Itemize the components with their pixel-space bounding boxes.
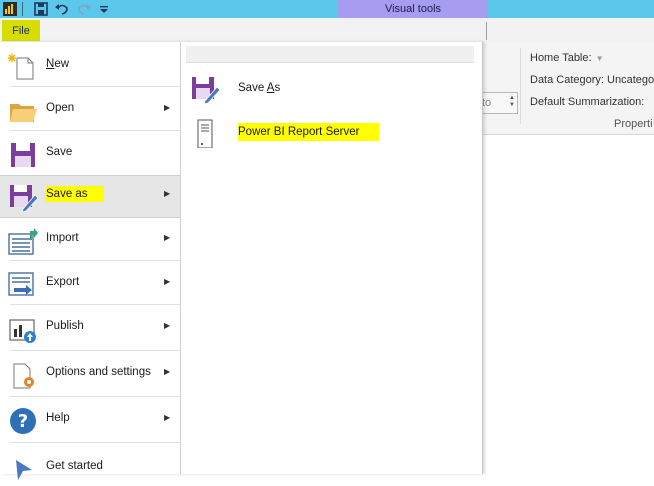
publish-icon (9, 319, 36, 343)
save-as-icon (10, 185, 38, 212)
home-table-label: Home Table: (530, 52, 592, 64)
save-icon[interactable] (33, 1, 49, 17)
menu-item-save-as[interactable]: Save as ▶ (0, 175, 180, 218)
submenu-item-power-bi-report-server-label: Power BI Report Server (238, 123, 380, 141)
menu-separator (10, 86, 180, 87)
menu-item-save-as-label: Save as (46, 186, 104, 202)
ribbon-tab-row (0, 18, 654, 43)
customize-qat-icon[interactable] (96, 1, 112, 17)
help-icon: ? (10, 408, 36, 434)
menu-item-options-label: Options and settings (46, 366, 151, 378)
menu-item-publish-label: Publish (46, 320, 84, 332)
menu-separator (10, 350, 180, 351)
submenu-arrow-icon: ▶ (164, 413, 171, 422)
svg-text:?: ? (18, 411, 28, 432)
submenu-header (186, 46, 474, 63)
get-started-icon (16, 460, 32, 480)
file-menu-left-column: New Open ▶ Save Save as ▶ Import ▶ Expor… (0, 42, 181, 480)
contextual-tab-visual-tools[interactable]: Visual tools (338, 0, 488, 18)
submenu-arrow-icon: ▶ (164, 233, 171, 242)
submenu-arrow-icon: ▶ (164, 189, 171, 198)
qat-divider (22, 2, 23, 16)
menu-item-open-label: Open (46, 102, 75, 114)
menu-item-export[interactable]: Export ▶ (0, 264, 180, 304)
home-table-dropdown[interactable]: Home Table: ▼ (530, 52, 603, 64)
powerbi-logo-icon (3, 2, 17, 16)
export-icon (8, 272, 34, 296)
menu-item-help[interactable]: ? Help ▶ (0, 400, 180, 440)
ribbon-group-separator (520, 48, 521, 124)
menu-item-help-label: Help (46, 412, 70, 424)
menu-item-save[interactable]: Save (0, 134, 180, 174)
submenu-arrow-icon: ▶ (164, 277, 171, 286)
title-bar (0, 0, 654, 18)
spinner-arrows-icon[interactable]: ▲ ▼ (509, 95, 515, 109)
new-file-icon (8, 54, 34, 80)
menu-item-get-started-label: Get started (46, 460, 103, 472)
menu-item-import[interactable]: Import ▶ (0, 220, 180, 260)
default-summarization-dropdown[interactable]: Default Summarization: (530, 96, 644, 108)
tab-file[interactable]: File (2, 20, 40, 41)
options-gear-icon (13, 363, 34, 389)
auto-value-stepper[interactable]: to ▲ ▼ (480, 92, 518, 114)
ribbon-divider (486, 22, 487, 40)
save-as-icon (192, 77, 220, 104)
submenu-arrow-icon: ▶ (164, 321, 171, 330)
menu-separator (10, 130, 180, 131)
redo-icon[interactable] (76, 1, 92, 17)
import-icon (8, 228, 38, 255)
submenu-item-save-as[interactable]: Save As (190, 72, 470, 108)
data-category-dropdown[interactable]: Data Category: Uncatego (530, 74, 654, 86)
submenu-item-save-as-label: Save As (238, 82, 281, 94)
submenu-item-power-bi-report-server[interactable]: Power BI Report Server (190, 116, 470, 152)
menu-item-options-and-settings[interactable]: Options and settings ▶ (0, 354, 180, 394)
menu-separator (10, 260, 180, 261)
submenu-arrow-icon: ▶ (164, 103, 171, 112)
menu-separator (10, 442, 180, 443)
menu-item-publish[interactable]: Publish ▶ (0, 308, 180, 348)
server-icon (197, 119, 213, 148)
menu-item-import-label: Import (46, 232, 79, 244)
menu-item-export-label: Export (46, 276, 80, 288)
folder-icon (10, 104, 37, 122)
undo-icon[interactable] (54, 1, 70, 17)
menu-item-open[interactable]: Open ▶ (0, 90, 180, 130)
ribbon-group-label-properties: Properti (614, 118, 653, 130)
menu-item-get-started[interactable]: Get started (0, 446, 180, 486)
menu-item-new-label: New (46, 58, 70, 70)
chevron-down-icon: ▼ (595, 54, 604, 63)
submenu-arrow-icon: ▶ (164, 367, 171, 376)
menu-item-save-label: Save (46, 146, 73, 158)
file-menu: New Open ▶ Save Save as ▶ Import ▶ Expor… (0, 42, 483, 480)
menu-separator (10, 304, 180, 305)
menu-separator (10, 396, 180, 397)
save-icon (11, 143, 35, 167)
ribbon-properties-panel: to ▲ ▼ Home Table: ▼ Data Category: Uncate… (480, 42, 654, 135)
menu-item-new[interactable]: New (0, 46, 180, 86)
auto-value-text: to (482, 97, 492, 109)
